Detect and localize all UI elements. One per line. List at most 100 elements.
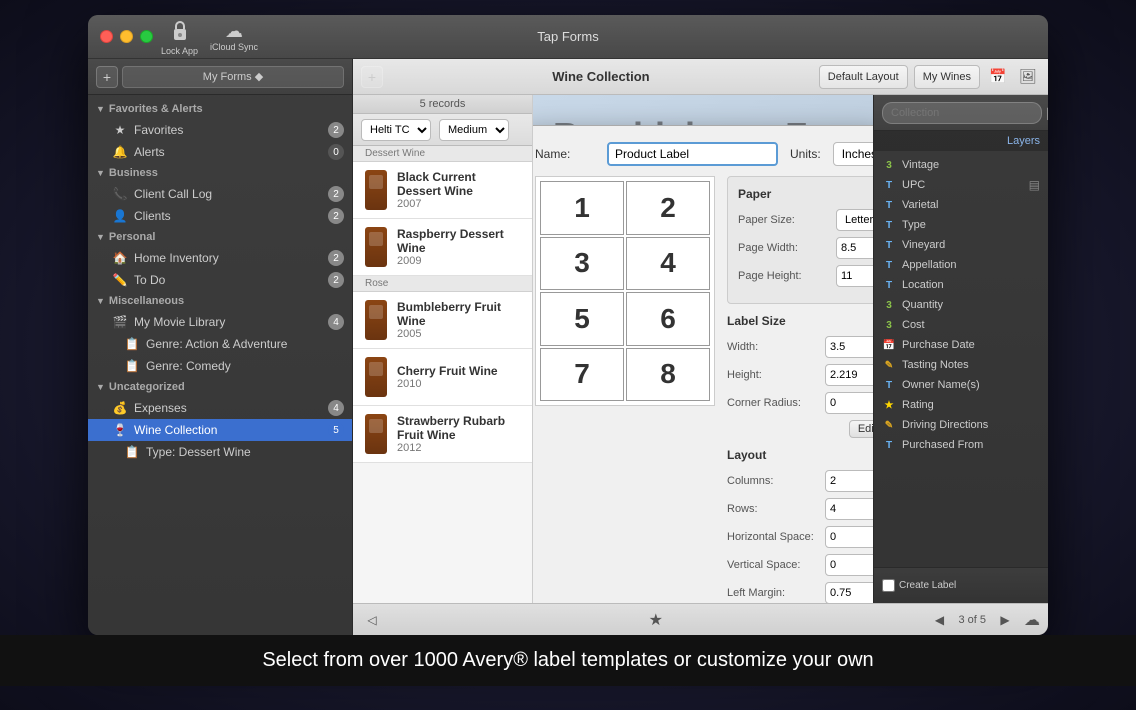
- left-margin-label: Left Margin:: [727, 587, 817, 599]
- create-label-checkbox-container[interactable]: Create Label: [882, 579, 956, 592]
- field-item-cost[interactable]: 3 Cost: [874, 315, 1048, 335]
- upc-barcode-icon[interactable]: ▤: [1029, 178, 1040, 192]
- field-item-rating[interactable]: ★ Rating: [874, 395, 1048, 415]
- sidebar-item-wine-collection[interactable]: 🍷 Wine Collection 5: [88, 419, 352, 441]
- sidebar-section-personal[interactable]: ▼ Personal: [88, 227, 352, 247]
- star-button[interactable]: ★: [649, 610, 663, 630]
- record-name: Black Current Dessert Wine: [397, 170, 520, 198]
- close-button[interactable]: [100, 30, 113, 43]
- window-title: Tap Forms: [537, 29, 598, 44]
- label-cell-4: 4: [626, 237, 710, 291]
- sidebar-section-uncategorized[interactable]: ▼ Uncategorized: [88, 377, 352, 397]
- minimize-button[interactable]: [120, 30, 133, 43]
- corner-radius-input[interactable]: [825, 392, 873, 414]
- sidebar-item-comedy[interactable]: 📋 Genre: Comedy: [88, 355, 352, 377]
- favorites-icon: ★: [112, 122, 128, 138]
- record-item-strawberry[interactable]: Strawberry Rubarb Fruit Wine 2012: [353, 406, 532, 463]
- sidebar-item-todo[interactable]: ✏️ To Do 2: [88, 269, 352, 291]
- field-item-purchased-from[interactable]: T Purchased From: [874, 435, 1048, 455]
- sidebar-toggle-button[interactable]: ◁: [361, 609, 383, 631]
- rows-label: Rows:: [727, 503, 817, 515]
- field-item-vineyard[interactable]: T Vineyard: [874, 235, 1048, 255]
- font-selector[interactable]: Helti TC: [361, 119, 431, 141]
- field-item-purchase-date[interactable]: 📅 Purchase Date: [874, 335, 1048, 355]
- icloud-sync-label: iCloud Sync: [210, 42, 258, 52]
- field-item-driving-directions[interactable]: ✎ Driving Directions: [874, 415, 1048, 435]
- wine-bottle-image: [365, 300, 387, 340]
- sidebar-item-movie-library[interactable]: 🎬 My Movie Library 4: [88, 311, 352, 333]
- field-item-upc[interactable]: T UPC ▤: [874, 175, 1048, 195]
- record-item-black-current[interactable]: Black Current Dessert Wine 2007: [353, 162, 532, 219]
- icloud-sync-tool: ☁ iCloud Sync: [210, 21, 258, 52]
- icloud-icon[interactable]: ☁: [225, 21, 243, 42]
- sidebar-item-home-inventory[interactable]: 🏠 Home Inventory 2: [88, 247, 352, 269]
- wine-bottle-image: [365, 357, 387, 397]
- sidebar-section-miscellaneous[interactable]: ▼ Miscellaneous: [88, 291, 352, 311]
- label-cell-1: 1: [540, 181, 624, 235]
- field-item-location[interactable]: T Location: [874, 275, 1048, 295]
- prev-record-button[interactable]: ◀: [928, 609, 950, 631]
- record-item-raspberry[interactable]: Raspberry Dessert Wine 2009: [353, 219, 532, 276]
- v-space-input[interactable]: [825, 554, 873, 576]
- sidebar-section-favorites[interactable]: ▼ Favorites & Alerts: [88, 99, 352, 119]
- sidebar-item-expenses[interactable]: 💰 Expenses 4: [88, 397, 352, 419]
- sidebar-item-alerts[interactable]: 🔔 Alerts 0: [88, 141, 352, 163]
- fullscreen-button[interactable]: [140, 30, 153, 43]
- field-item-varietal[interactable]: T Varietal: [874, 195, 1048, 215]
- calendar-icon[interactable]: 📅: [986, 65, 1010, 89]
- field-item-appellation[interactable]: T Appellation: [874, 255, 1048, 275]
- size-selector[interactable]: Medium: [439, 119, 509, 141]
- paper-size-row: Paper Size: Letter: [738, 209, 873, 231]
- sidebar-item-dessert-wine[interactable]: 📋 Type: Dessert Wine: [88, 441, 352, 463]
- edit-label-button[interactable]: Edit Label...: [849, 420, 873, 438]
- sidebar-item-action-adventure[interactable]: 📋 Genre: Action & Adventure: [88, 333, 352, 355]
- purchase-date-icon: 📅: [882, 338, 896, 352]
- layers-button[interactable]: Layers: [1007, 135, 1040, 147]
- columns-input[interactable]: [825, 470, 873, 492]
- image-icon[interactable]: 🖼: [1016, 65, 1040, 89]
- label-size-title: Label Size: [727, 314, 873, 328]
- record-item-bumbleberry[interactable]: Bumbleberry Fruit Wine 2005: [353, 292, 532, 349]
- cost-icon: 3: [882, 318, 896, 332]
- field-item-tasting-notes[interactable]: ✎ Tasting Notes: [874, 355, 1048, 375]
- tasting-notes-icon: ✎: [882, 358, 896, 372]
- content-add-button[interactable]: +: [361, 66, 383, 88]
- appellation-icon: T: [882, 258, 896, 272]
- sync-icon[interactable]: ☁: [1024, 610, 1040, 630]
- label-preview-container: 1 2 3 4 5 6 7 8: [535, 176, 715, 603]
- sidebar-toolbar: + My Forms ◆: [88, 59, 352, 95]
- units-selector[interactable]: Inches: [833, 142, 873, 166]
- page-width-input[interactable]: [836, 237, 873, 259]
- record-item-cherry[interactable]: Cherry Fruit Wine 2010: [353, 349, 532, 406]
- page-height-input[interactable]: [836, 265, 873, 287]
- sidebar-add-button[interactable]: +: [96, 66, 118, 88]
- label-setup-dialog: Name: Units: Inches: [533, 125, 873, 603]
- barcode-view-icon[interactable]: ▤: [1046, 103, 1048, 123]
- field-item-type[interactable]: T Type: [874, 215, 1048, 235]
- width-input[interactable]: [825, 336, 873, 358]
- name-input[interactable]: [607, 142, 778, 166]
- height-input[interactable]: [825, 364, 873, 386]
- right-panel-search-input[interactable]: [882, 102, 1042, 124]
- sidebar-section-business[interactable]: ▼ Business: [88, 163, 352, 183]
- next-record-button[interactable]: ▶: [994, 609, 1016, 631]
- sidebar-item-client-call-log[interactable]: 📞 Client Call Log 2: [88, 183, 352, 205]
- left-margin-input[interactable]: [825, 582, 873, 603]
- create-label-checkbox[interactable]: [882, 579, 895, 592]
- columns-label: Columns:: [727, 475, 817, 487]
- paper-size-selector[interactable]: Letter: [836, 209, 873, 231]
- sidebar-item-favorites[interactable]: ★ Favorites 2: [88, 119, 352, 141]
- rating-icon: ★: [882, 398, 896, 412]
- width-row: Width:: [727, 336, 873, 358]
- sidebar-forms-selector[interactable]: My Forms ◆: [122, 66, 344, 88]
- field-item-owner-name[interactable]: T Owner Name(s): [874, 375, 1048, 395]
- lock-app-icon[interactable]: [166, 17, 194, 45]
- rows-input[interactable]: [825, 498, 873, 520]
- label-cell-2: 2: [626, 181, 710, 235]
- field-item-vintage[interactable]: 3 Vintage: [874, 155, 1048, 175]
- h-space-input[interactable]: [825, 526, 873, 548]
- default-layout-button[interactable]: Default Layout: [819, 65, 908, 89]
- sidebar-item-clients[interactable]: 👤 Clients 2: [88, 205, 352, 227]
- my-wines-tab[interactable]: My Wines: [914, 65, 980, 89]
- field-item-quantity[interactable]: 3 Quantity: [874, 295, 1048, 315]
